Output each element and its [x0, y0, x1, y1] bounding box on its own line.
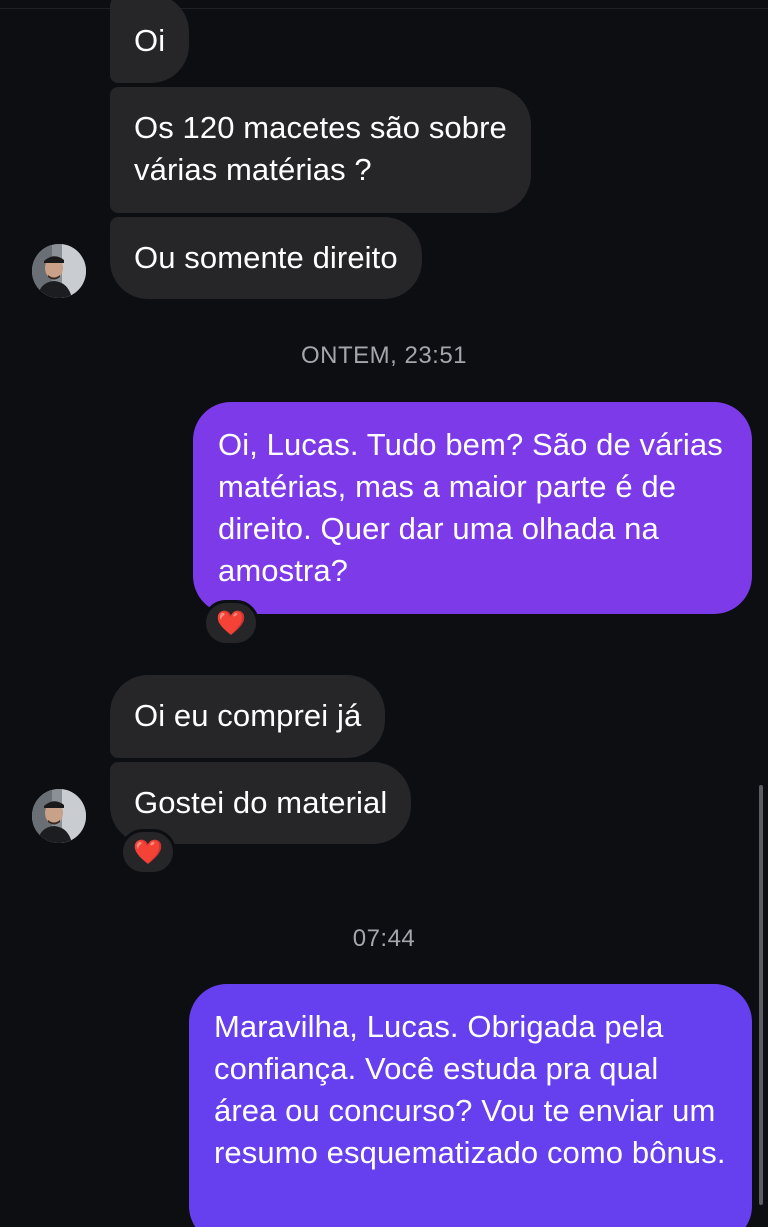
timestamp: 07:44	[352, 925, 416, 952]
message-outgoing[interactable]: Maravilha, Lucas. Obrigada pela confianç…	[189, 984, 752, 1227]
chat-screen: Oi Os 120 macetes são sobre várias matér…	[0, 0, 768, 1227]
message-incoming[interactable]: Oi	[110, 0, 190, 83]
contact-avatar[interactable]	[32, 244, 86, 298]
heart-icon[interactable]: ❤️	[120, 829, 176, 875]
heart-icon[interactable]: ❤️	[203, 600, 259, 646]
scrollbar[interactable]	[759, 785, 763, 1205]
message-incoming[interactable]: Os 120 macetes são sobre várias matérias…	[110, 87, 531, 213]
message-outgoing[interactable]: Oi, Lucas. Tudo bem? São de várias matér…	[193, 402, 752, 614]
contact-avatar[interactable]	[32, 789, 86, 843]
message-incoming[interactable]: Oi eu comprei já	[110, 675, 386, 758]
timestamp: ONTEM, 23:51	[300, 342, 468, 369]
message-incoming[interactable]: Ou somente direito	[110, 217, 422, 299]
